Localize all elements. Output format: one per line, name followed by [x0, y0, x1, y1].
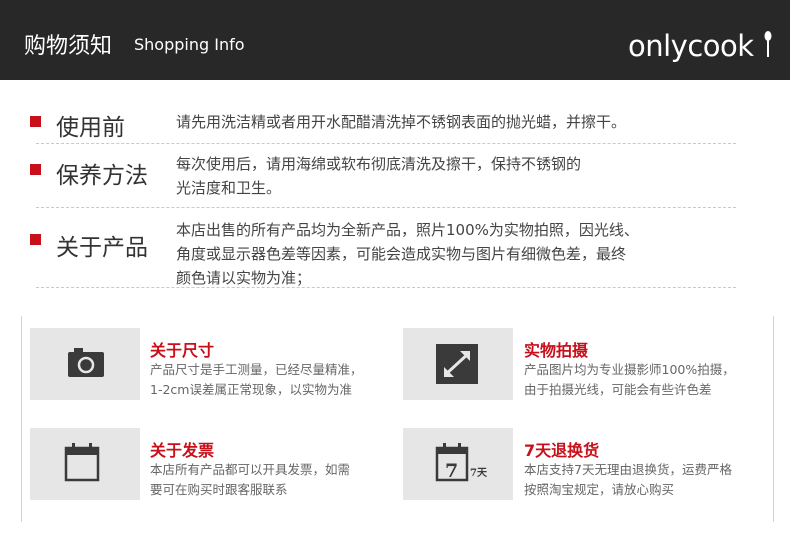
section-maintenance: 保养方法 每次使用后，请用海绵或软布彻底清洗及擦干，保持不锈钢的 光洁度和卫生。	[0, 148, 790, 208]
section-about-product: 关于产品 本店出售的所有产品均为全新产品，照片100%为实物拍照，因光线、 角度…	[0, 212, 790, 292]
card-title: 实物拍摄	[524, 341, 589, 360]
card-text: 本店支持7天无理由退换货，运费严格 按照淘宝规定，请放心购买	[524, 460, 732, 500]
section-line: 本店出售的所有产品均为全新产品，照片100%为实物拍照，因光线、	[176, 221, 639, 239]
section-line: 每次使用后，请用海绵或软布彻底清洗及擦干，保持不锈钢的	[176, 155, 582, 173]
card-title: 关于尺寸	[150, 341, 215, 360]
card-text: 产品图片均为专业摄影师100%拍摄， 由于拍摄光线，可能会有些许色差	[524, 360, 735, 400]
section-title: 关于产品	[56, 235, 148, 261]
dashed-divider	[36, 287, 736, 288]
card-icon-box	[30, 328, 140, 400]
section-title: 保养方法	[56, 163, 148, 189]
card-line: 本店所有产品都可以开具发票，如需	[150, 462, 351, 477]
card-icon-box: 7 7天	[403, 428, 513, 500]
red-bullet	[30, 164, 41, 175]
section-text: 每次使用后，请用海绵或软布彻底清洗及擦干，保持不锈钢的 光洁度和卫生。	[176, 152, 581, 200]
calendar-7-icon: 7 7天	[435, 443, 488, 482]
section-line: 光洁度和卫生。	[176, 179, 282, 197]
card-line: 产品尺寸是手工测量，已经尽量精准，	[150, 362, 363, 377]
header-bar: 购物须知 Shopping Info onlycook	[0, 0, 790, 80]
dashed-divider	[36, 207, 736, 208]
card-line: 按照淘宝规定，请放心购买	[524, 482, 675, 497]
expand-arrows-icon	[436, 344, 478, 384]
red-bullet	[30, 116, 41, 127]
section-line: 角度或显示器色差等因素，可能会造成实物与图片有细微色差，最终	[176, 245, 627, 263]
dashed-divider	[36, 143, 736, 144]
red-bullet	[30, 234, 41, 245]
calendar-day-number: 7	[445, 460, 458, 482]
header-subtitle: Shopping Info	[134, 35, 245, 54]
card-line: 本店支持7天无理由退换货，运费严格	[524, 462, 732, 477]
calendar-day-label: 7天	[470, 467, 488, 479]
onlycook-logo: onlycook	[628, 29, 772, 63]
camera-icon	[68, 348, 104, 377]
card-line: 产品图片均为专业摄影师100%拍摄，	[524, 362, 735, 377]
card-title: 7天退换货	[524, 441, 600, 460]
card-line: 要可在购买时跟客服联系	[150, 482, 288, 497]
card-line: 1-2cm误差属正常现象，以实物为准	[150, 382, 352, 397]
card-text: 产品尺寸是手工测量，已经尽量精准， 1-2cm误差属正常现象，以实物为准	[150, 360, 363, 400]
calendar-icon	[64, 443, 100, 482]
section-text: 请先用洗洁精或者用开水配醋清洗掉不锈钢表面的抛光蜡，并擦干。	[176, 110, 626, 134]
card-icon-box	[30, 428, 140, 500]
section-text: 本店出售的所有产品均为全新产品，照片100%为实物拍照，因光线、 角度或显示器色…	[176, 218, 639, 290]
card-icon-box	[403, 328, 513, 400]
section-line: 请先用洗洁精或者用开水配醋清洗掉不锈钢表面的抛光蜡，并擦干。	[176, 113, 627, 131]
section-before-use: 使用前 请先用洗洁精或者用开水配醋清洗掉不锈钢表面的抛光蜡，并擦干。	[0, 100, 790, 144]
card-title: 关于发票	[150, 441, 215, 460]
card-line: 由于拍摄光线，可能会有些许色差	[524, 382, 712, 397]
card-text: 本店所有产品都可以开具发票，如需 要可在购买时跟客服联系	[150, 460, 350, 500]
header-title: 购物须知	[24, 34, 113, 59]
section-title: 使用前	[56, 115, 125, 141]
spoon-icon	[764, 31, 772, 57]
logo-text: onlycook	[628, 29, 754, 63]
